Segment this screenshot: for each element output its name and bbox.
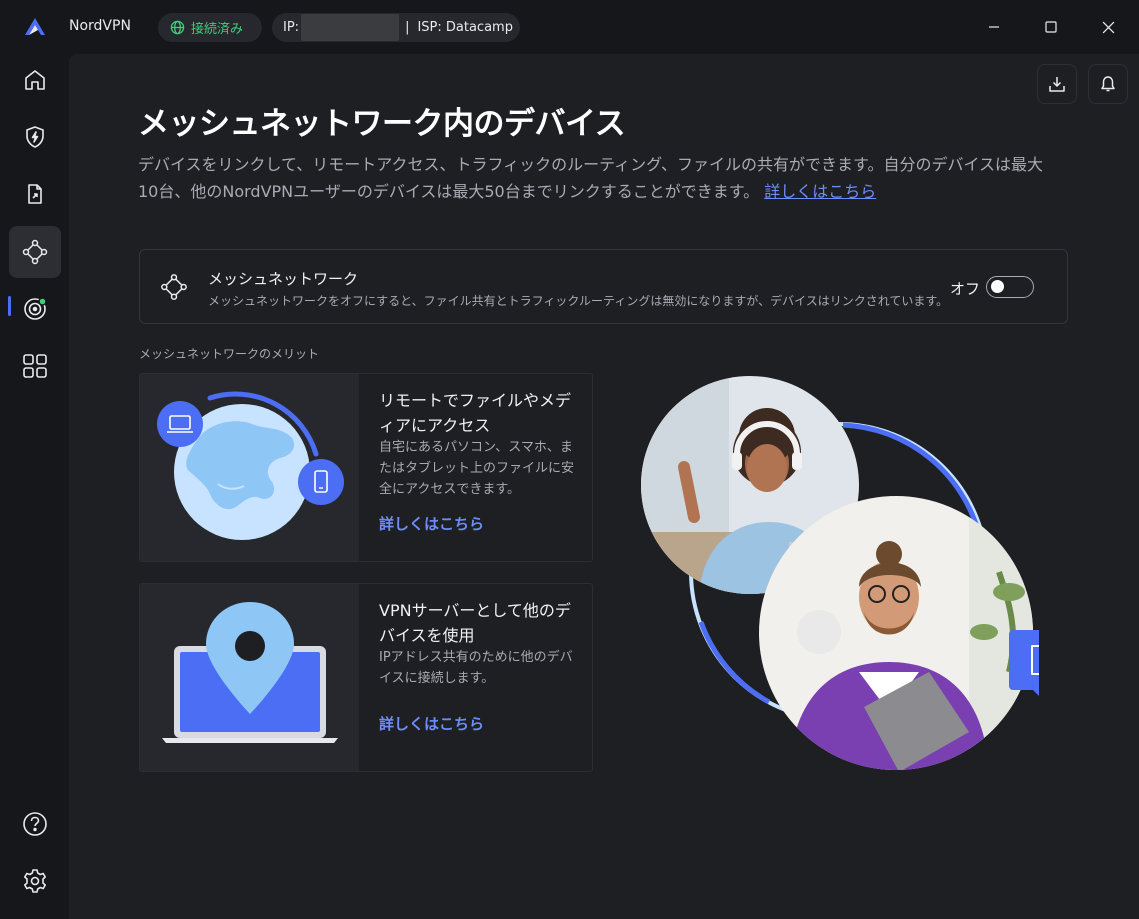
toggle-knob xyxy=(991,280,1004,293)
nav-help[interactable] xyxy=(9,798,61,850)
apps-grid-icon xyxy=(23,354,47,378)
page-description: デバイスをリンクして、リモートアクセス、トラフィックのルーティング、ファイルの共… xyxy=(138,151,1058,205)
app-title: NordVPN xyxy=(69,18,131,34)
close-icon xyxy=(1102,21,1114,33)
meshnet-title: メッシュネットワーク xyxy=(208,270,359,288)
bell-icon xyxy=(1101,76,1115,92)
nav-apps[interactable] xyxy=(9,340,61,392)
benefit-card-vpn-server: VPNサーバーとして他のデバイスを使用 IPアドレス共有のために他のデバイスに接… xyxy=(139,583,593,772)
notifications-button[interactable] xyxy=(1088,64,1128,104)
benefit-title: リモートでファイルやメディアにアクセス xyxy=(379,391,572,435)
ip-info[interactable]: IP: | ISP: Datacamp xyxy=(272,13,520,42)
benefits-section-label: メッシュネットワークのメリット xyxy=(139,347,320,361)
benefit-description: IPアドレス共有のために他のデバイスに接続します。 xyxy=(379,650,573,686)
close-button[interactable] xyxy=(1095,14,1121,40)
meshnet-toggle[interactable] xyxy=(986,276,1034,298)
nav-file-share[interactable] xyxy=(9,168,61,220)
ip-separator: | xyxy=(405,20,410,35)
shield-bolt-icon xyxy=(26,126,44,148)
globe-icon xyxy=(170,20,185,35)
benefit-description: 自宅にあるパソコン、スマホ、またはタブレット上のファイルに安全にアクセスできます… xyxy=(379,440,575,497)
minimize-button[interactable] xyxy=(981,14,1007,40)
nav-settings[interactable] xyxy=(9,855,61,907)
maximize-icon xyxy=(1045,21,1057,33)
meshnet-hero-illustration xyxy=(641,376,1039,770)
meshnet-icon xyxy=(22,239,48,265)
nav-dark-web-monitor[interactable] xyxy=(9,283,61,335)
isp-label: ISP: Datacamp xyxy=(417,20,513,35)
file-badge xyxy=(1009,630,1039,696)
benefit-learn-more-link[interactable]: 詳しくはこちら xyxy=(379,713,484,734)
sidebar xyxy=(0,54,69,919)
download-icon xyxy=(1049,77,1065,92)
meshnet-icon xyxy=(161,274,187,300)
remote-access-illustration xyxy=(140,374,359,561)
download-button[interactable] xyxy=(1037,64,1077,104)
nordvpn-logo xyxy=(25,18,45,35)
benefit-learn-more-link[interactable]: 詳しくはこちら xyxy=(379,513,484,534)
meshnet-toggle-card: メッシュネットワーク メッシュネットワークをオフにすると、ファイル共有とトラフィ… xyxy=(139,249,1068,324)
toggle-state-label: オフ xyxy=(950,280,981,298)
main-content: メッシュネットワーク内のデバイス デバイスをリンクして、リモートアクセス、トラフ… xyxy=(69,54,1139,919)
benefit-card-remote-access: リモートでファイルやメディアにアクセス 自宅にあるパソコン、スマホ、またはタブレ… xyxy=(139,373,593,562)
home-icon xyxy=(25,70,45,90)
nav-meshnet[interactable] xyxy=(9,226,61,278)
status-label: 接続済み xyxy=(191,22,244,37)
description-text: デバイスをリンクして、リモートアクセス、トラフィックのルーティング、ファイルの共… xyxy=(138,155,1043,201)
vpn-server-illustration xyxy=(140,584,359,771)
meshnet-subtitle: メッシュネットワークをオフにすると、ファイル共有とトラフィックルーティングは無効… xyxy=(208,294,949,308)
minimize-icon xyxy=(989,26,999,28)
ip-label: IP: xyxy=(283,20,300,35)
gear-icon xyxy=(24,869,46,893)
ip-redacted xyxy=(301,14,400,41)
connection-status[interactable]: 接続済み xyxy=(158,13,262,42)
page-title: メッシュネットワーク内のデバイス xyxy=(138,106,626,142)
file-share-icon xyxy=(28,184,42,204)
nav-home[interactable] xyxy=(9,54,61,106)
title-bar: NordVPN 接続済み IP: | ISP: Datacamp xyxy=(0,0,1139,54)
nav-threat-protection[interactable] xyxy=(9,111,61,163)
learn-more-link[interactable]: 詳しくはこちら xyxy=(764,182,876,201)
target-icon xyxy=(24,297,47,320)
benefit-title: VPNサーバーとして他のデバイスを使用 xyxy=(379,601,571,645)
help-icon xyxy=(23,812,47,836)
maximize-button[interactable] xyxy=(1038,14,1064,40)
